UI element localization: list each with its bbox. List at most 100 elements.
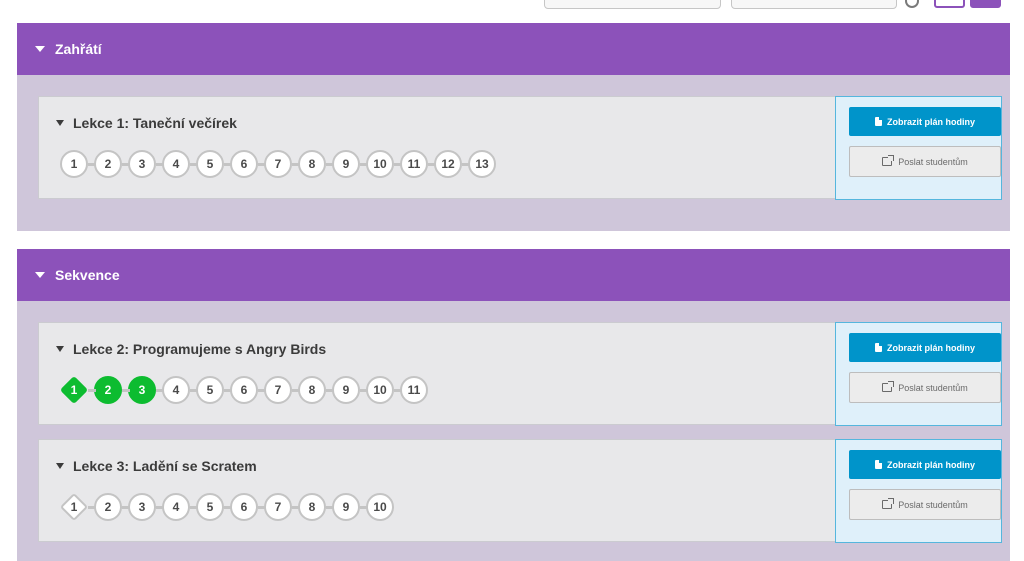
lesson-actions: Zobrazit plán hodiny Poslat studentům xyxy=(835,96,1002,200)
unit-body: Lekce 1: Taneční večírek 1 2 3 4 5 6 7 8 9 10 11 12… xyxy=(17,75,1010,231)
level-bubble[interactable]: 8 xyxy=(292,493,326,521)
unit-body: Lekce 2: Programujeme s Angry Birds 1 2 3 4… xyxy=(17,301,1010,561)
help-icon[interactable] xyxy=(905,0,919,8)
lesson-title[interactable]: Lekce 3: Ladění se Scratem xyxy=(56,458,257,474)
button-label: Zobrazit plán hodiny xyxy=(887,342,975,353)
level-bubble[interactable]: 6 xyxy=(224,493,258,521)
section-select[interactable] xyxy=(544,0,721,9)
level-number: 4 xyxy=(172,383,180,397)
level-bubble[interactable]: 1 xyxy=(60,150,88,178)
level-number: 5 xyxy=(206,157,214,171)
level-bubble[interactable]: 3 xyxy=(122,376,156,404)
level-number: 8 xyxy=(308,157,316,171)
lesson-actions: Zobrazit plán hodiny Poslat studentům xyxy=(835,322,1002,426)
send-to-students-button[interactable]: Poslat studentům xyxy=(849,489,1001,520)
level-bubble[interactable]: 5 xyxy=(190,493,224,521)
level-number: 7 xyxy=(274,500,282,514)
share-icon xyxy=(882,381,895,392)
button-label: Zobrazit plán hodiny xyxy=(887,116,975,127)
progress-bubbles: 1 2 3 4 5 6 7 8 9 10 11 12 13 xyxy=(60,150,502,178)
unit-warmup: Zahřátí Lekce 1: Taneční večírek 1234567… xyxy=(17,23,1010,231)
button-label: Poslat studentům xyxy=(898,156,968,167)
level-number: 8 xyxy=(308,383,316,397)
progress-bubbles: 1 2 3 4 5 6 7 8 9 10 xyxy=(59,492,400,522)
level-bubble[interactable]: 7 xyxy=(258,376,292,404)
level-bubble[interactable]: 8 xyxy=(292,150,326,178)
level-number: 7 xyxy=(274,157,282,171)
lesson-title[interactable]: Lekce 2: Programujeme s Angry Birds xyxy=(56,341,326,357)
lesson-row: Lekce 1: Taneční večírek 1 2 3 4 5 6 7 8 9 10 11 12… xyxy=(38,96,1002,200)
view-lesson-plan-button[interactable]: Zobrazit plán hodiny xyxy=(849,333,1001,362)
unit-title: Zahřátí xyxy=(55,41,102,57)
button-label: Poslat studentům xyxy=(898,382,968,393)
level-number: 9 xyxy=(342,383,350,397)
level-bubble[interactable]: 2 xyxy=(88,150,122,178)
level-bubble[interactable]: 12 xyxy=(428,150,462,178)
level-bubble[interactable]: 13 xyxy=(462,150,496,178)
level-number: 13 xyxy=(475,157,489,171)
level-bubble[interactable]: 7 xyxy=(258,493,292,521)
level-bubble[interactable]: 11 xyxy=(394,376,428,404)
document-icon xyxy=(875,460,882,469)
level-diamond[interactable]: 1 xyxy=(59,375,89,405)
level-bubble[interactable]: 10 xyxy=(360,150,394,178)
level-number: 4 xyxy=(172,500,180,514)
level-bubble[interactable]: 2 xyxy=(88,493,122,521)
level-bubble[interactable]: 10 xyxy=(360,493,394,521)
unit-title: Sekvence xyxy=(55,267,120,283)
level-number: 2 xyxy=(104,500,112,514)
level-number: 11 xyxy=(407,383,421,397)
send-to-students-button[interactable]: Poslat studentům xyxy=(849,146,1001,177)
level-bubble[interactable]: 4 xyxy=(156,376,190,404)
level-number: 3 xyxy=(138,500,146,514)
level-bubble[interactable]: 4 xyxy=(156,150,190,178)
lesson-title-text: Lekce 1: Taneční večírek xyxy=(73,115,237,131)
level-number: 8 xyxy=(308,500,316,514)
caret-down-icon xyxy=(35,46,45,52)
level-bubble[interactable]: 8 xyxy=(292,376,326,404)
level-bubble[interactable]: 10 xyxy=(360,376,394,404)
level-bubble[interactable]: 9 xyxy=(326,493,360,521)
grid-view-button[interactable] xyxy=(970,0,1001,8)
unit-header[interactable]: Sekvence xyxy=(17,249,1010,301)
level-bubble[interactable]: 6 xyxy=(224,376,258,404)
button-label: Zobrazit plán hodiny xyxy=(887,459,975,470)
level-diamond[interactable]: 1 xyxy=(59,492,89,522)
level-bubble[interactable]: 7 xyxy=(258,150,292,178)
filter-select[interactable] xyxy=(731,0,897,9)
level-bubble[interactable]: 3 xyxy=(122,150,156,178)
level-number: 1 xyxy=(70,500,78,514)
level-number: 4 xyxy=(172,157,180,171)
level-number: 7 xyxy=(274,383,282,397)
level-bubble[interactable]: 4 xyxy=(156,493,190,521)
level-bubble[interactable]: 6 xyxy=(224,150,258,178)
share-icon xyxy=(882,498,895,509)
level-number: 9 xyxy=(342,157,350,171)
send-to-students-button[interactable]: Poslat studentům xyxy=(849,372,1001,403)
lesson-row: Lekce 2: Programujeme s Angry Birds 1 2 3 4… xyxy=(38,322,1002,426)
lesson-title[interactable]: Lekce 1: Taneční večírek xyxy=(56,115,237,131)
level-bubble[interactable]: 11 xyxy=(394,150,428,178)
level-number: 2 xyxy=(104,157,112,171)
lesson-title-text: Lekce 3: Ladění se Scratem xyxy=(73,458,257,474)
level-bubble[interactable]: 9 xyxy=(326,150,360,178)
level-bubble[interactable]: 9 xyxy=(326,376,360,404)
level-number: 2 xyxy=(104,383,112,397)
level-number: 11 xyxy=(407,157,421,171)
level-number: 9 xyxy=(342,500,350,514)
level-bubble[interactable]: 2 xyxy=(88,376,122,404)
view-lesson-plan-button[interactable]: Zobrazit plán hodiny xyxy=(849,107,1001,136)
level-number: 10 xyxy=(373,383,387,397)
progress-bubbles: 1 2 3 4 5 6 7 8 9 10 11 xyxy=(59,375,434,405)
list-view-button[interactable] xyxy=(934,0,965,8)
lesson-actions: Zobrazit plán hodiny Poslat studentům xyxy=(835,439,1002,543)
level-bubble[interactable]: 5 xyxy=(190,376,224,404)
share-icon xyxy=(882,155,895,166)
level-bubble[interactable]: 3 xyxy=(122,493,156,521)
view-lesson-plan-button[interactable]: Zobrazit plán hodiny xyxy=(849,450,1001,479)
level-number: 1 xyxy=(70,157,78,171)
level-bubble[interactable]: 5 xyxy=(190,150,224,178)
level-number: 1 xyxy=(70,383,78,397)
button-label: Poslat studentům xyxy=(898,499,968,510)
unit-header[interactable]: Zahřátí xyxy=(17,23,1010,75)
